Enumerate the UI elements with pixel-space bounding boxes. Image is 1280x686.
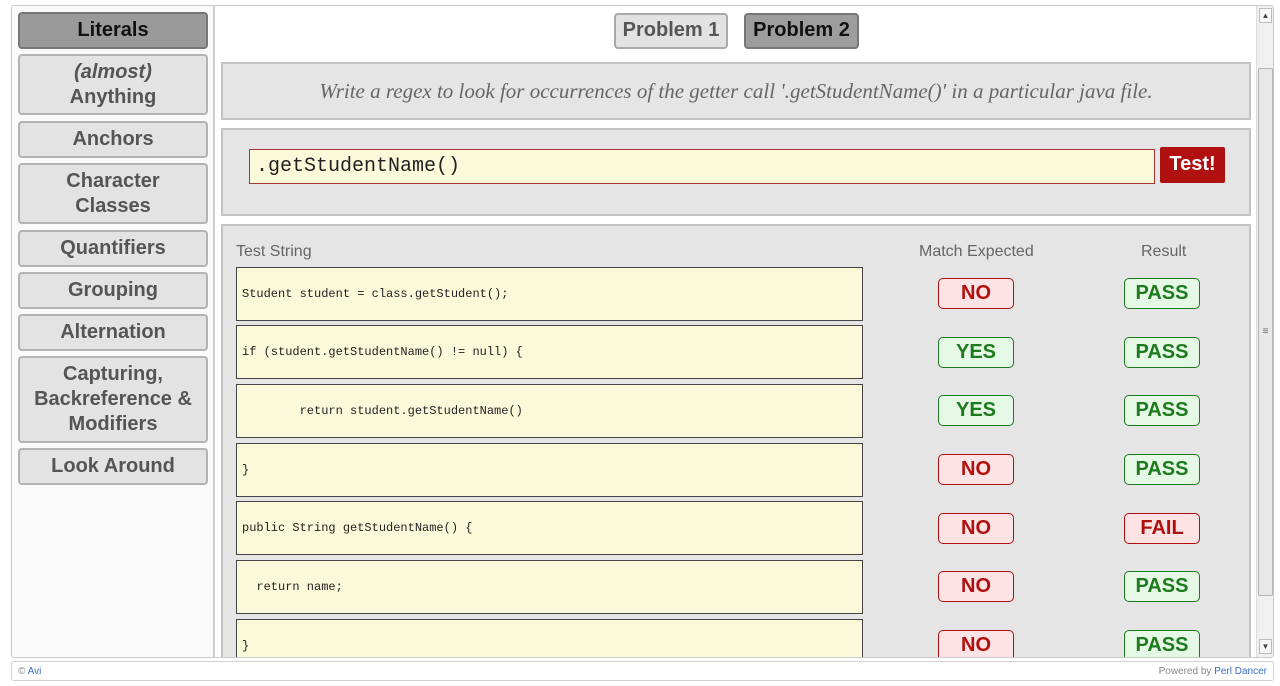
scrollbar-thumb[interactable]: ≡: [1258, 68, 1273, 596]
up-arrow-icon[interactable]: ▲: [1259, 8, 1272, 23]
result-badge: PASS: [1124, 571, 1200, 602]
app-frame: Literals (almost) Anything Anchors Chara…: [11, 5, 1274, 658]
sidebar-item-label: Alternation: [60, 321, 166, 343]
result-badge: FAIL: [1124, 513, 1200, 544]
sidebar-item-label: Backreference &: [34, 388, 192, 410]
sidebar-item-label: Modifiers: [68, 413, 158, 435]
sidebar-item-label: Character: [66, 169, 160, 192]
regex-input[interactable]: .getStudentName(): [249, 149, 1155, 184]
vertical-scrollbar[interactable]: ▲ ≡ ▼: [1256, 6, 1273, 657]
sidebar-item-look-around[interactable]: Look Around: [18, 448, 208, 485]
test-button[interactable]: Test!: [1160, 147, 1225, 183]
expected-badge: NO: [938, 513, 1014, 544]
down-arrow-icon[interactable]: ▼: [1259, 639, 1272, 654]
result-badge: PASS: [1124, 454, 1200, 485]
footer-right: Powered by Perl Dancer: [1159, 666, 1267, 677]
sidebar-item-capturing[interactable]: Capturing, Backreference & Modifiers: [18, 356, 208, 443]
powered-by-text: Powered by: [1158, 666, 1212, 677]
sidebar-item-character-classes[interactable]: Character Classes: [18, 163, 208, 224]
expected-badge: NO: [938, 454, 1014, 485]
sidebar-item-anchors[interactable]: Anchors: [18, 121, 208, 158]
framework-link[interactable]: Perl Dancer: [1214, 666, 1267, 677]
header-match-expected: Match Expected: [919, 243, 1034, 260]
sidebar-item-literals[interactable]: Literals: [18, 12, 208, 49]
author-link[interactable]: Avi: [28, 666, 42, 677]
sidebar-item-label: (almost): [74, 60, 152, 83]
description-text: Write a regex to look for occurrences of…: [319, 79, 1153, 103]
header-test-string: Test String: [236, 243, 312, 260]
test-table: Test String Match Expected Result Studen…: [221, 224, 1251, 657]
sidebar-item-grouping[interactable]: Grouping: [18, 272, 208, 309]
sidebar-item-label: Classes: [75, 194, 151, 217]
sidebar-item-label: Grouping: [68, 279, 158, 301]
main-content: Problem 1 Problem 2 Write a regex to loo…: [219, 6, 1256, 657]
sidebar-item-label: Capturing,: [63, 363, 163, 385]
sidebar-item-label: Anything: [69, 85, 157, 108]
test-string: public String getStudentName() {: [236, 501, 863, 555]
footer: © Avi Powered by Perl Dancer: [11, 661, 1274, 681]
expected-badge: YES: [938, 395, 1014, 426]
sidebar: Literals (almost) Anything Anchors Chara…: [12, 6, 215, 657]
problem-description: Write a regex to look for occurrences of…: [221, 62, 1251, 120]
test-string: }: [236, 619, 863, 657]
expected-badge: YES: [938, 337, 1014, 368]
test-string: return name;: [236, 560, 863, 614]
result-badge: PASS: [1124, 337, 1200, 368]
expected-badge: NO: [938, 278, 1014, 309]
header-result: Result: [1141, 243, 1187, 260]
sidebar-item-almost-anything[interactable]: (almost) Anything: [18, 54, 208, 115]
sidebar-item-alternation[interactable]: Alternation: [18, 314, 208, 351]
expected-badge: NO: [938, 630, 1014, 657]
test-string: }: [236, 443, 863, 497]
problem-2-button[interactable]: Problem 2: [744, 13, 859, 49]
sidebar-item-label: Literals: [77, 19, 149, 41]
test-string: if (student.getStudentName() != null) {: [236, 325, 863, 379]
sidebar-item-label: Look Around: [51, 455, 175, 477]
result-badge: PASS: [1124, 630, 1200, 657]
sidebar-item-quantifiers[interactable]: Quantifiers: [18, 230, 208, 267]
test-string: Student student = class.getStudent();: [236, 267, 863, 321]
expected-badge: NO: [938, 571, 1014, 602]
result-badge: PASS: [1124, 278, 1200, 309]
copyright-symbol: ©: [18, 666, 26, 677]
sidebar-item-label: Quantifiers: [60, 237, 166, 259]
test-string: return student.getStudentName(): [236, 384, 863, 438]
result-badge: PASS: [1124, 395, 1200, 426]
sidebar-item-label: Anchors: [72, 128, 154, 150]
problem-1-button[interactable]: Problem 1: [614, 13, 728, 49]
regex-panel: .getStudentName() Test!: [221, 128, 1251, 216]
footer-left: © Avi: [18, 666, 41, 677]
